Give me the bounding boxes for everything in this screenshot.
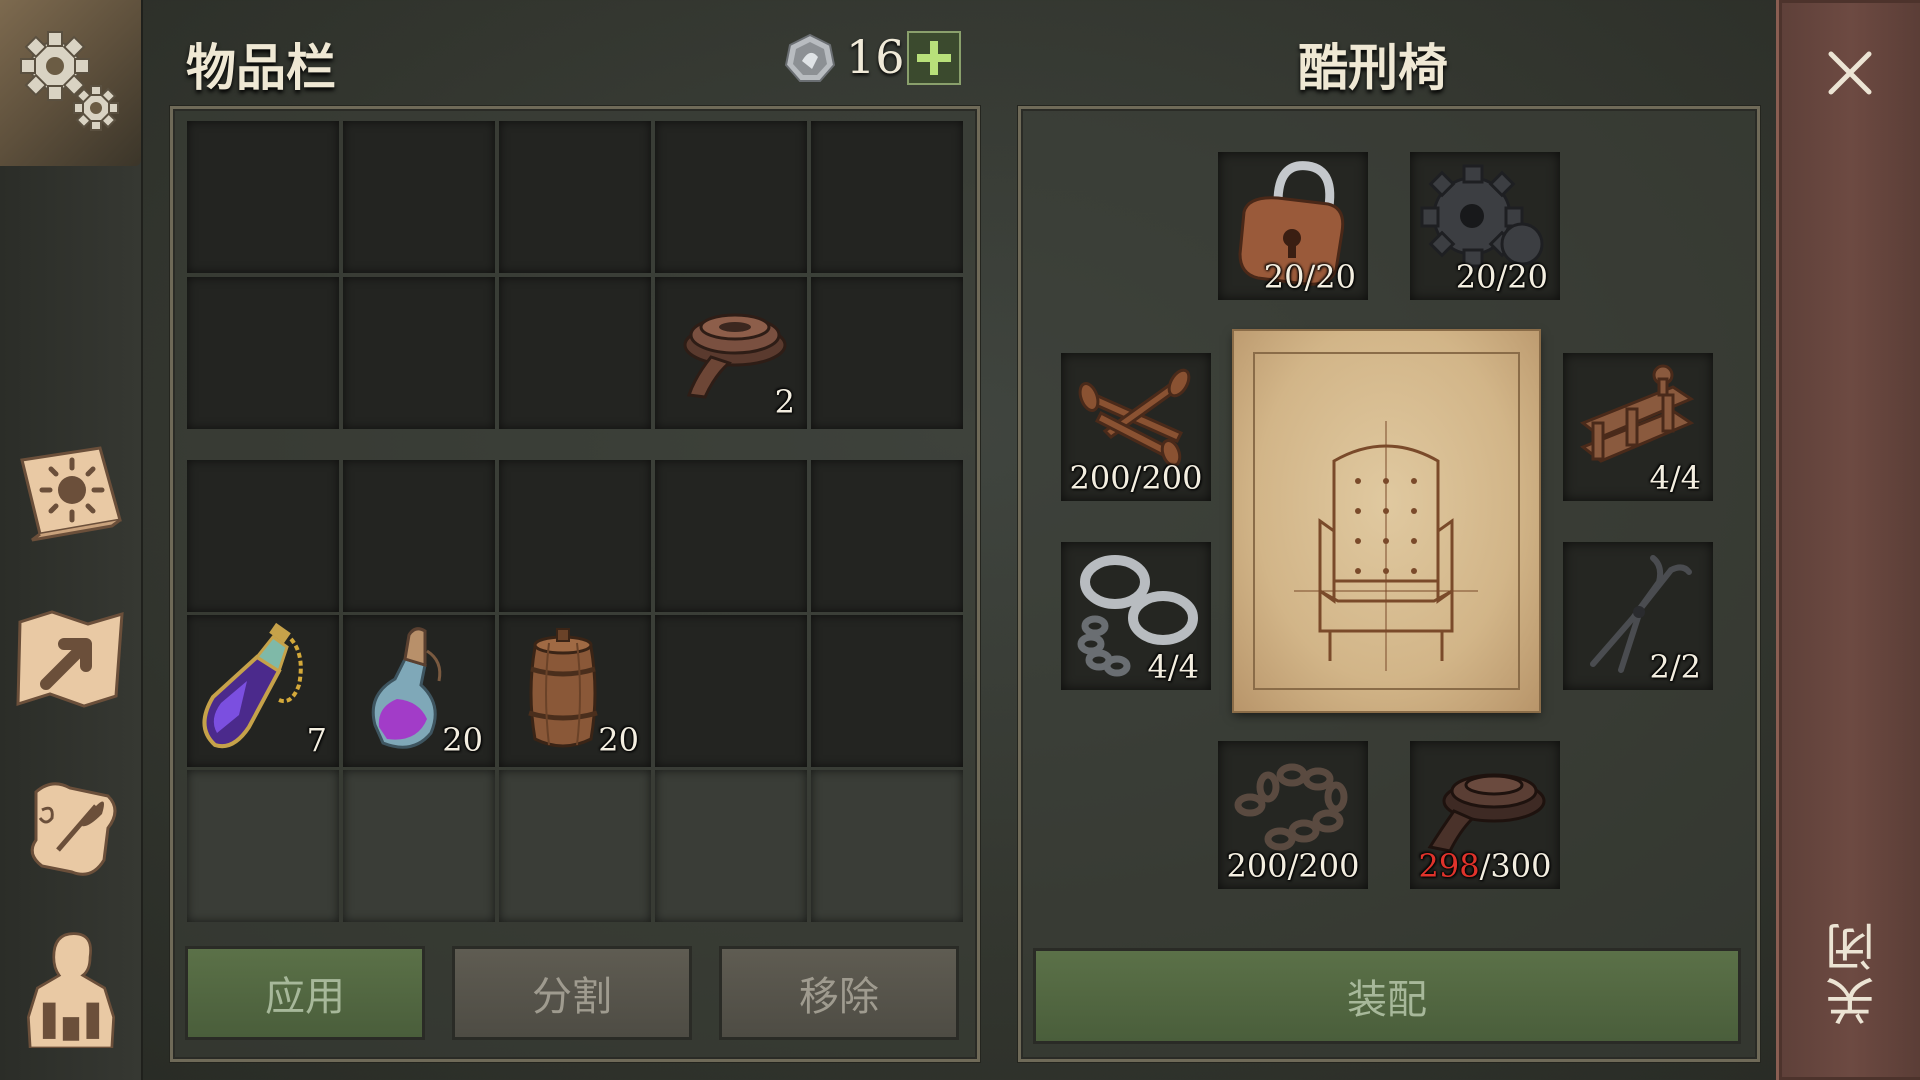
inventory-slot-elixir[interactable]: 7: [187, 615, 339, 767]
inventory-slot-locked: [343, 770, 495, 922]
material-have: 298: [1418, 847, 1480, 885]
material-slot-gear[interactable]: 20/20: [1410, 152, 1560, 300]
split-button[interactable]: 分割: [452, 946, 692, 1040]
material-slot-chain[interactable]: 200/200: [1218, 741, 1368, 889]
inventory-slot[interactable]: [187, 121, 339, 273]
character-backpack-icon[interactable]: [12, 930, 130, 1048]
inventory-slot[interactable]: [499, 277, 651, 429]
inventory-slot[interactable]: [343, 460, 495, 612]
inventory-slot-locked: [499, 770, 651, 922]
material-slot-pliers[interactable]: 2/2: [1563, 542, 1713, 690]
inventory-slot[interactable]: [499, 121, 651, 273]
inventory-slot[interactable]: [343, 277, 495, 429]
material-count-insufficient: 298/300: [1410, 847, 1560, 885]
inventory-slot-barrel[interactable]: 20: [499, 615, 651, 767]
assemble-button[interactable]: 装配: [1033, 948, 1741, 1044]
inventory-slot[interactable]: [655, 121, 807, 273]
sun-book-icon[interactable]: [12, 430, 130, 548]
material-need: /300: [1479, 847, 1552, 885]
inventory-slot-potion[interactable]: 20: [343, 615, 495, 767]
inventory-slot[interactable]: [187, 277, 339, 429]
material-count: 4/4: [1649, 459, 1702, 497]
silver-coin-icon: [784, 33, 836, 82]
close-label[interactable]: 关闭: [1818, 918, 1883, 1026]
item-count: 2: [774, 383, 795, 421]
sidebar: [0, 0, 143, 1080]
inventory-slot[interactable]: [811, 121, 963, 273]
item-count: 20: [598, 721, 639, 759]
plus-icon: [917, 41, 951, 75]
inventory-slot-locked: [187, 770, 339, 922]
material-count: 4/4: [1147, 648, 1200, 686]
inventory-slot[interactable]: [499, 460, 651, 612]
close-x-icon[interactable]: [1827, 50, 1873, 96]
material-count: 2/2: [1649, 648, 1702, 686]
inventory-title: 物品栏: [186, 39, 336, 97]
inventory-slot[interactable]: [187, 460, 339, 612]
torture-chair-blueprint-icon: [1253, 352, 1520, 690]
material-slot-padlock[interactable]: 20/20: [1218, 152, 1368, 300]
inventory-slot-locked: [811, 770, 963, 922]
inventory-slot[interactable]: [343, 121, 495, 273]
quest-scroll-icon[interactable]: [12, 770, 130, 888]
inventory-slot[interactable]: [811, 460, 963, 612]
remove-button[interactable]: 移除: [719, 946, 959, 1040]
item-count: 20: [442, 721, 483, 759]
inventory-slot-leather-strap[interactable]: 2: [655, 277, 807, 429]
blueprint-panel: [1234, 331, 1539, 711]
material-count: 200/200: [1226, 847, 1360, 885]
settings-gears-icon[interactable]: [0, 0, 141, 166]
add-currency-button[interactable]: [907, 31, 961, 85]
item-count: 7: [306, 721, 327, 759]
material-slot-leather-strap[interactable]: 298/300: [1410, 741, 1560, 889]
inventory-slot[interactable]: [655, 615, 807, 767]
inventory-slot-locked: [655, 770, 807, 922]
material-count: 200/200: [1069, 459, 1203, 497]
settings-tab[interactable]: [0, 0, 141, 166]
inventory-slot[interactable]: [655, 460, 807, 612]
material-slot-shackles[interactable]: 4/4: [1061, 542, 1211, 690]
map-arrow-icon[interactable]: [12, 600, 130, 718]
material-count: 20/20: [1455, 258, 1548, 296]
material-slot-spike-bracket[interactable]: 4/4: [1563, 353, 1713, 501]
currency-amount: 16: [846, 30, 905, 84]
material-slot-nails[interactable]: 200/200: [1061, 353, 1211, 501]
inventory-slot[interactable]: [811, 615, 963, 767]
inventory-slot[interactable]: [811, 277, 963, 429]
crafting-title: 酷刑椅: [1298, 39, 1448, 97]
material-count: 20/20: [1263, 258, 1356, 296]
apply-button[interactable]: 应用: [185, 946, 425, 1040]
